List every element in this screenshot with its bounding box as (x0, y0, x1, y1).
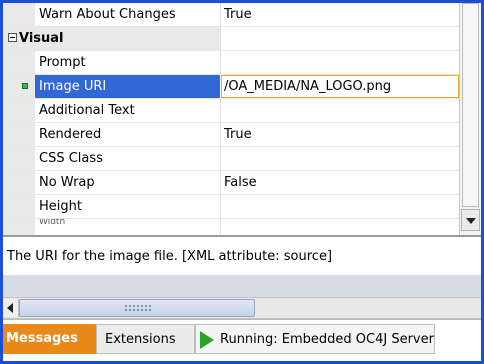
column-divider (220, 219, 221, 235)
property-name: Image URI (35, 75, 220, 98)
property-value[interactable]: True (224, 3, 456, 26)
property-row-warn-about-changes[interactable]: Warn About Changes True (3, 3, 459, 27)
property-row-prompt[interactable]: Prompt (3, 51, 459, 75)
scroll-down-button[interactable] (461, 209, 480, 231)
row-gutter (3, 99, 35, 122)
selected-row-marker-icon (22, 83, 28, 89)
property-row-width-partial[interactable]: Width (3, 219, 459, 235)
tab-label: Running: Embedded OC4J Server (220, 332, 434, 347)
property-row-additional-text[interactable]: Additional Text (3, 99, 459, 123)
property-name: Prompt (39, 55, 86, 70)
vertical-scroll-thumb[interactable] (462, 3, 479, 207)
scroll-left-button[interactable] (3, 299, 19, 317)
description-panel: The URI for the image file. [XML attribu… (3, 235, 481, 275)
tab-label: Extensions (105, 332, 176, 347)
column-divider (220, 147, 221, 170)
row-gutter (3, 195, 35, 218)
property-value[interactable] (224, 51, 456, 74)
property-value[interactable]: True (224, 123, 456, 146)
property-name: Additional Text (39, 103, 135, 118)
horizontal-scrollbar[interactable] (3, 297, 481, 319)
property-grid: Warn About Changes True Visual Prompt Im… (3, 3, 459, 235)
property-value[interactable] (224, 147, 456, 170)
vertical-scrollbar[interactable] (459, 3, 481, 235)
description-text: The URI for the image file. [XML attribu… (7, 249, 333, 264)
property-value[interactable]: False (224, 171, 456, 194)
property-row-rendered[interactable]: Rendered True (3, 123, 459, 147)
property-row-height[interactable]: Height (3, 195, 459, 219)
property-name-clipped: Width (39, 219, 66, 224)
column-divider (220, 27, 221, 50)
column-divider (220, 123, 221, 146)
bottom-tab-bar: Messages Extensions Running: Embedded OC… (3, 319, 481, 361)
tab-extensions[interactable]: Extensions (96, 324, 195, 354)
row-gutter (3, 123, 35, 146)
column-divider (220, 51, 221, 74)
row-gutter (3, 171, 35, 194)
row-gutter (3, 75, 35, 98)
collapse-minus-icon[interactable] (8, 33, 17, 42)
row-gutter (3, 147, 35, 170)
property-inspector-window: Warn About Changes True Visual Prompt Im… (0, 0, 484, 364)
property-name: CSS Class (39, 151, 103, 166)
row-gutter (3, 219, 35, 235)
run-play-icon (200, 331, 214, 349)
column-divider (220, 171, 221, 194)
property-row-no-wrap[interactable]: No Wrap False (3, 171, 459, 195)
property-value[interactable] (224, 195, 456, 218)
image-uri-input[interactable]: /OA_MEDIA/NA_LOGO.png (224, 75, 456, 98)
property-row-image-uri[interactable]: Image URI /OA_MEDIA/NA_LOGO.png (3, 75, 459, 99)
property-name: No Wrap (39, 175, 95, 190)
tab-label: Messages (6, 331, 78, 346)
tab-messages[interactable]: Messages (3, 324, 96, 354)
panel-separator (3, 275, 481, 299)
property-name: Height (39, 199, 82, 214)
column-divider (220, 3, 221, 26)
property-name: Warn About Changes (39, 7, 176, 22)
category-row-visual[interactable]: Visual (3, 27, 459, 51)
tab-running-server[interactable]: Running: Embedded OC4J Server (195, 324, 435, 354)
property-row-css-class[interactable]: CSS Class (3, 147, 459, 171)
grip-icon (124, 304, 152, 312)
row-gutter (3, 3, 35, 26)
property-value[interactable] (224, 99, 456, 122)
arrow-down-icon (466, 218, 476, 224)
column-divider (220, 195, 221, 218)
column-divider (220, 99, 221, 122)
row-gutter (3, 51, 35, 74)
property-name: Rendered (39, 127, 102, 142)
arrow-left-icon (7, 303, 13, 313)
horizontal-scroll-thumb[interactable] (19, 299, 255, 317)
category-name: Visual (19, 31, 64, 46)
